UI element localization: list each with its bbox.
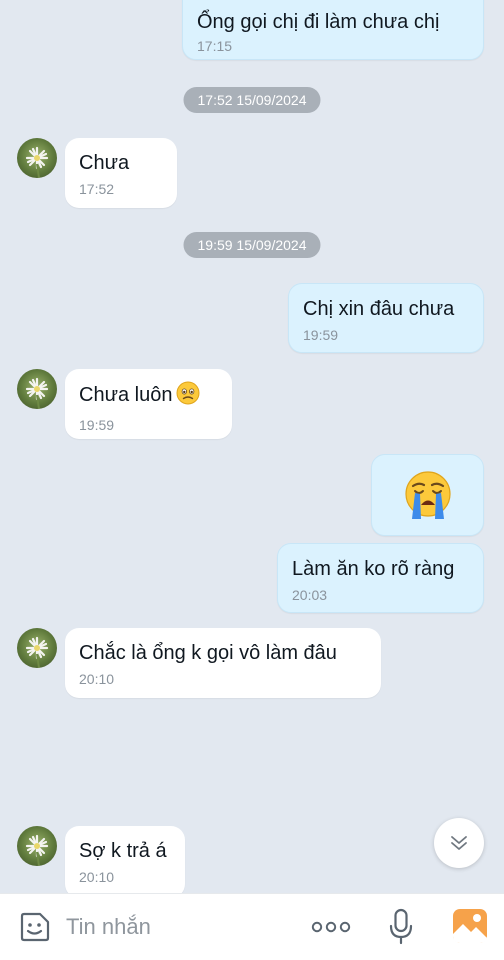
image-icon[interactable] (452, 908, 488, 949)
message-incoming[interactable]: Chưa luôn 19:59 (65, 369, 232, 439)
message-list[interactable]: Ổng gọi chị đi làm chưa chị 17:15 17:52 … (0, 0, 504, 893)
message-input[interactable]: Tin nhắn (66, 914, 151, 940)
date-separator: 19:59 15/09/2024 (183, 232, 321, 258)
message-incoming[interactable]: Chắc là ổng k gọi vô làm đâu 20:10 (65, 628, 381, 698)
message-time: 20:10 (79, 671, 115, 687)
message-outgoing[interactable]: Làm ăn ko rõ ràng 20:03 (277, 543, 484, 613)
avatar[interactable] (17, 138, 57, 178)
worried-face-icon (176, 381, 200, 412)
message-time: 19:59 (79, 417, 115, 433)
more-icon[interactable] (311, 920, 351, 939)
avatar[interactable] (17, 369, 57, 409)
message-text: Chưa (79, 152, 130, 174)
message-time: 20:10 (79, 869, 115, 885)
date-separator: 17:52 15/09/2024 (183, 87, 321, 113)
message-composer: Tin nhắn (0, 893, 504, 960)
chevron-down-icon (451, 836, 467, 850)
message-time: 20:03 (292, 587, 328, 603)
message-text: Ổng gọi chị đi làm chưa chị (197, 11, 440, 33)
flower-avatar-icon (25, 377, 49, 409)
scroll-to-bottom-button[interactable] (434, 818, 484, 868)
flower-avatar-icon (25, 834, 49, 866)
flower-avatar-icon (25, 146, 49, 178)
avatar[interactable] (17, 628, 57, 668)
message-time: 17:52 (79, 181, 115, 197)
loudly-crying-face-icon (404, 471, 451, 519)
message-outgoing[interactable]: Ổng gọi chị đi làm chưa chị 17:15 (182, 0, 484, 60)
message-outgoing-emoji[interactable] (371, 454, 484, 536)
message-text: Chưa luôn (79, 384, 173, 406)
message-text: Làm ăn ko rõ ràng (292, 558, 455, 580)
microphone-icon[interactable] (388, 908, 414, 951)
message-text: Chắc là ổng k gọi vô làm đâu (79, 642, 337, 664)
message-incoming[interactable]: Sợ k trả á 20:10 (65, 826, 185, 893)
avatar[interactable] (17, 826, 57, 866)
flower-avatar-icon (25, 636, 49, 668)
message-text: Chị xin đâu chưa (303, 298, 455, 320)
message-text: Sợ k trả á (79, 840, 167, 862)
message-incoming[interactable]: Chưa 17:52 (65, 138, 177, 208)
message-outgoing[interactable]: Chị xin đâu chưa 19:59 (288, 283, 484, 353)
message-time: 19:59 (303, 327, 339, 343)
sticker-icon[interactable] (18, 910, 52, 949)
message-time: 17:15 (197, 38, 233, 54)
